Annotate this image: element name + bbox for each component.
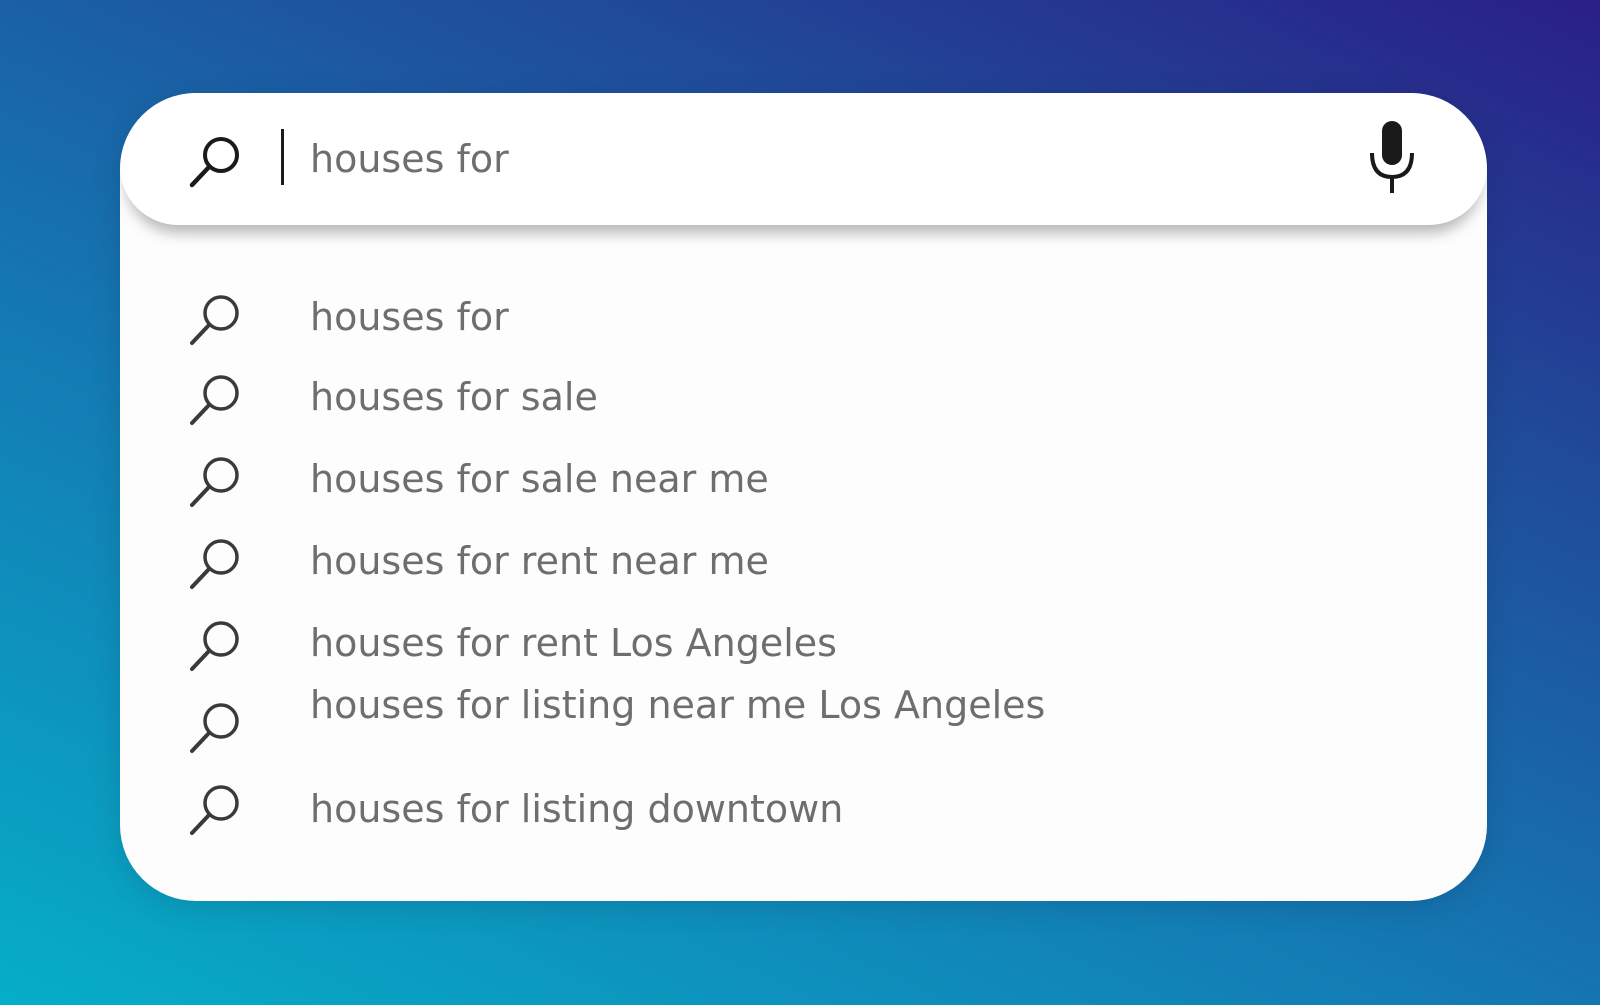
text-cursor	[281, 129, 284, 185]
suggestion-label: houses for listing near me Los Angeles	[310, 683, 1046, 727]
suggestion-label: houses for	[310, 295, 509, 339]
search-icon	[190, 703, 239, 753]
suggestion-label: houses for rent near me	[310, 539, 769, 583]
search-icon	[190, 457, 239, 507]
suggestion-label: houses for sale near me	[310, 457, 769, 501]
suggestion-item[interactable]: houses for	[120, 279, 1487, 359]
search-card: houses for houses for sale houses for sa…	[120, 93, 1487, 901]
search-icon	[190, 785, 239, 835]
suggestion-label: houses for listing downtown	[310, 787, 844, 831]
suggestion-item[interactable]: houses for sale	[120, 359, 1487, 439]
search-icon[interactable]	[186, 131, 246, 191]
search-bar[interactable]	[120, 93, 1487, 225]
search-icon	[190, 539, 239, 589]
suggestion-item[interactable]: houses for sale near me	[120, 441, 1487, 521]
search-input[interactable]	[310, 129, 1310, 189]
search-icon	[190, 621, 239, 671]
suggestion-label: houses for rent Los Angeles	[310, 621, 837, 665]
suggestion-item[interactable]: houses for listing near me Los Angeles	[120, 683, 1487, 767]
search-icon	[190, 375, 239, 425]
microphone-icon[interactable]	[1367, 121, 1417, 195]
suggestion-label: houses for sale	[310, 375, 598, 419]
suggestion-item[interactable]: houses for listing downtown	[120, 769, 1487, 849]
suggestion-item[interactable]: houses for rent near me	[120, 523, 1487, 603]
search-icon	[190, 295, 239, 345]
suggestion-item[interactable]: houses for rent Los Angeles	[120, 605, 1487, 685]
